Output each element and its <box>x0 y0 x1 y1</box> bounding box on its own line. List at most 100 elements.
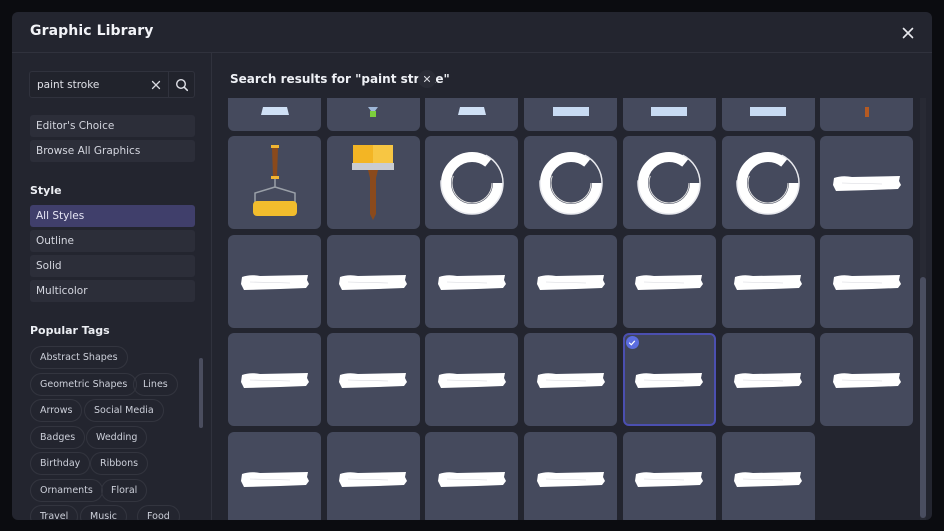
close-icon <box>423 75 431 83</box>
results-grid <box>213 98 913 520</box>
brush-stroke-icon <box>536 370 606 390</box>
search-box <box>29 71 195 98</box>
close-icon <box>902 27 914 39</box>
results-panel: Search results for "paint stroke" <box>213 53 932 520</box>
close-modal-button[interactable] <box>898 23 918 43</box>
brush-stroke-icon <box>240 370 310 390</box>
graphic-tile[interactable] <box>622 235 716 328</box>
graphic-tile[interactable] <box>721 98 815 131</box>
brush-stroke-icon <box>240 469 310 489</box>
graphic-tile[interactable] <box>425 333 519 426</box>
tag-lines[interactable]: Lines <box>133 373 178 396</box>
tag-social-media[interactable]: Social Media <box>84 399 164 422</box>
graphic-tile[interactable] <box>326 333 420 426</box>
popular-tags-heading: Popular Tags <box>30 324 110 337</box>
brush-circle-icon <box>634 148 704 218</box>
style-all-styles[interactable]: All Styles <box>30 205 195 227</box>
graphic-tile[interactable] <box>524 432 618 520</box>
graphic-tile[interactable] <box>228 333 321 426</box>
tags-scrollbar[interactable] <box>199 358 203 428</box>
brush-stroke-icon <box>338 272 408 292</box>
graphic-tile[interactable] <box>326 136 420 229</box>
tag-abstract-shapes[interactable]: Abstract Shapes <box>30 346 128 369</box>
style-outline[interactable]: Outline <box>30 230 195 252</box>
browse-all-graphics-link[interactable]: Browse All Graphics <box>30 140 195 162</box>
paint-bottle-icon <box>366 107 380 119</box>
graphic-tile[interactable] <box>228 432 321 520</box>
graphic-tile[interactable] <box>228 98 321 131</box>
graphic-tile[interactable] <box>622 333 716 426</box>
graphic-tile[interactable] <box>721 333 815 426</box>
graphic-tile[interactable] <box>721 235 815 328</box>
graphic-tile[interactable] <box>326 432 420 520</box>
brush-stroke-icon <box>536 469 606 489</box>
brush-stroke-icon <box>634 370 704 390</box>
graphic-tile[interactable] <box>820 98 913 131</box>
tag-ornaments[interactable]: Ornaments <box>30 479 103 502</box>
tag-geometric-shapes[interactable]: Geometric Shapes <box>30 373 138 396</box>
tag-list: Abstract Shapes Geometric Shapes Lines A… <box>30 343 190 520</box>
style-solid[interactable]: Solid <box>30 255 195 277</box>
search-icon <box>175 78 188 91</box>
style-heading: Style <box>30 184 62 197</box>
graphic-tile[interactable] <box>524 235 618 328</box>
paint-tray-icon <box>649 107 689 119</box>
brush-stroke-icon <box>437 272 507 292</box>
brush-circle-icon <box>733 148 803 218</box>
search-button[interactable] <box>168 72 194 97</box>
tag-floral[interactable]: Floral <box>101 479 148 502</box>
paint-tray-icon <box>551 107 591 119</box>
paint-tube-icon <box>457 107 487 119</box>
graphic-tile[interactable] <box>326 98 420 131</box>
search-input[interactable] <box>30 72 144 97</box>
graphic-tile[interactable] <box>820 136 913 229</box>
results-scrollbar-thumb[interactable] <box>920 277 926 518</box>
brush-stroke-icon <box>437 469 507 489</box>
graphic-tile[interactable] <box>820 333 913 426</box>
graphic-tile[interactable] <box>622 98 716 131</box>
brush-stroke-icon <box>338 469 408 489</box>
paint-tray-icon <box>748 107 788 119</box>
brush-stroke-icon <box>338 370 408 390</box>
clear-results-button[interactable] <box>418 70 436 88</box>
clear-search-button[interactable] <box>144 72 168 97</box>
brush-stroke-icon <box>437 370 507 390</box>
brush-stroke-icon <box>733 370 803 390</box>
tag-ribbons[interactable]: Ribbons <box>90 452 149 475</box>
graphic-tile[interactable] <box>524 333 618 426</box>
graphic-tile[interactable] <box>622 136 716 229</box>
graphic-tile[interactable] <box>228 235 321 328</box>
paint-tube-icon <box>260 107 290 119</box>
style-multicolor[interactable]: Multicolor <box>30 280 195 302</box>
brush-stroke-icon <box>536 272 606 292</box>
modal-header: Graphic Library <box>12 12 932 53</box>
graphic-library-modal: Graphic Library Editor's Choice Browse A… <box>12 12 932 520</box>
paint-brush-icon <box>348 145 398 220</box>
graphic-tile[interactable] <box>820 235 913 328</box>
brush-stroke-icon <box>634 272 704 292</box>
tag-music[interactable]: Music <box>80 505 128 520</box>
tag-badges[interactable]: Badges <box>30 426 86 449</box>
brush-circle-icon <box>437 148 507 218</box>
brush-stroke-icon <box>240 272 310 292</box>
tag-arrows[interactable]: Arrows <box>30 399 83 422</box>
tag-travel[interactable]: Travel <box>30 505 79 520</box>
graphic-tile[interactable] <box>622 432 716 520</box>
graphic-tile[interactable] <box>721 136 815 229</box>
graphic-tile[interactable] <box>425 136 519 229</box>
graphic-tile[interactable] <box>721 432 815 520</box>
graphic-tile[interactable] <box>326 235 420 328</box>
graphic-tile[interactable] <box>425 432 519 520</box>
tag-birthday[interactable]: Birthday <box>30 452 91 475</box>
brush-circle-icon <box>536 148 606 218</box>
graphic-tile[interactable] <box>524 98 618 131</box>
graphic-tile[interactable] <box>228 136 321 229</box>
sidebar: Editor's Choice Browse All Graphics Styl… <box>12 53 212 520</box>
tag-wedding[interactable]: Wedding <box>86 426 148 449</box>
graphic-tile[interactable] <box>524 136 618 229</box>
editors-choice-link[interactable]: Editor's Choice <box>30 115 195 137</box>
brush-stroke-icon <box>832 272 902 292</box>
tag-food[interactable]: Food <box>137 505 180 520</box>
graphic-tile[interactable] <box>425 98 519 131</box>
graphic-tile[interactable] <box>425 235 519 328</box>
